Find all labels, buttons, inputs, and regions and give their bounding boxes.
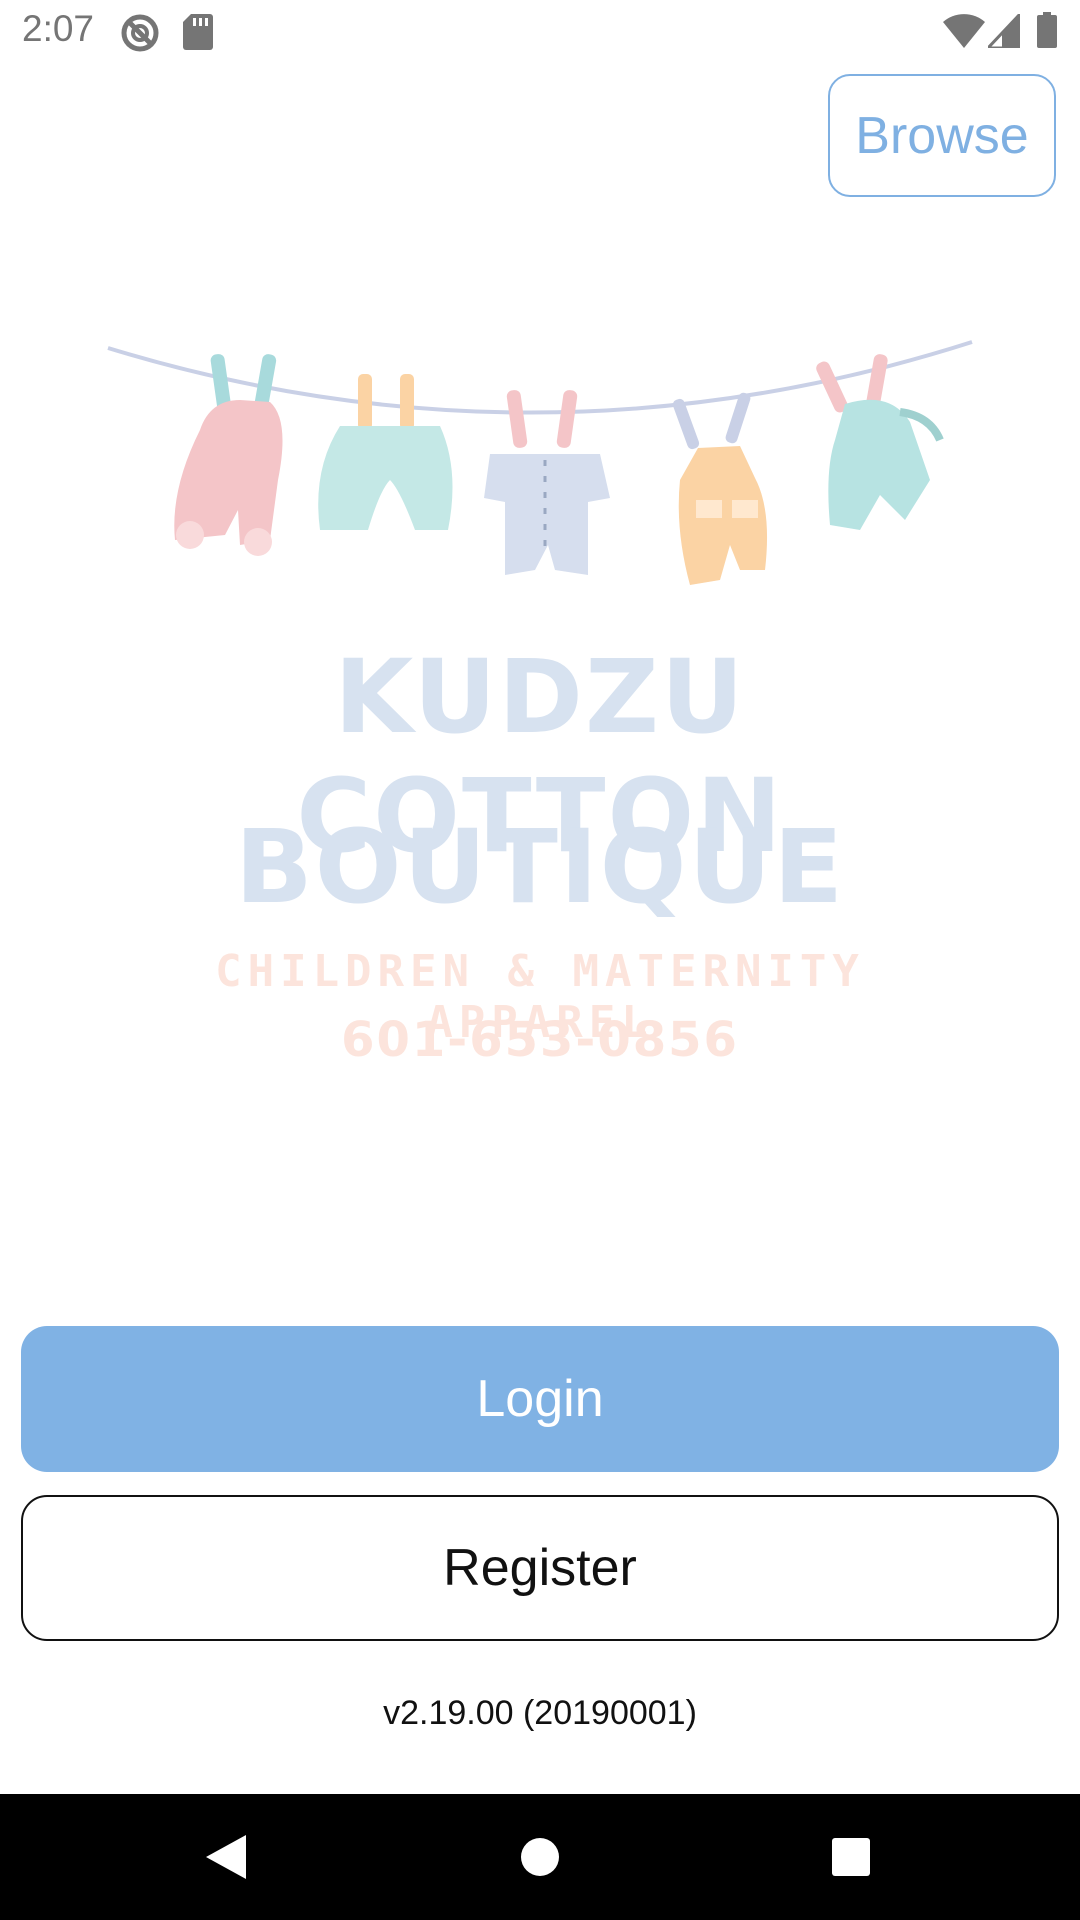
navigation-bar	[0, 1794, 1080, 1920]
status-time: 2:07	[22, 8, 95, 49]
sd-card-icon	[183, 14, 213, 55]
wifi-icon	[943, 14, 985, 53]
version-label: v2.19.00 (20190001)	[383, 1694, 697, 1732]
home-icon[interactable]	[460, 1794, 620, 1920]
recents-icon[interactable]	[771, 1794, 931, 1920]
battery-icon	[1037, 12, 1057, 53]
logo-phone: 601-653-0856	[341, 1012, 739, 1068]
back-icon[interactable]	[145, 1794, 305, 1920]
clothesline-illustration	[107, 340, 973, 585]
boutique-logo: KUDZU COTTON BOUTIQUE CHILDREN & MATERNI…	[100, 340, 980, 1080]
status-bar: 2:07	[0, 0, 1080, 62]
register-button[interactable]: Register	[21, 1495, 1059, 1641]
app-screen: 2:07 Browse KUDZU COTTON BOUTIQUE CHILDR…	[0, 0, 1080, 1920]
do-not-disturb-icon	[120, 13, 160, 58]
browse-button[interactable]: Browse	[828, 74, 1056, 197]
signal-icon	[984, 10, 1022, 53]
login-button[interactable]: Login	[21, 1326, 1059, 1472]
logo-title-line2: BOUTIQUE	[234, 808, 846, 927]
